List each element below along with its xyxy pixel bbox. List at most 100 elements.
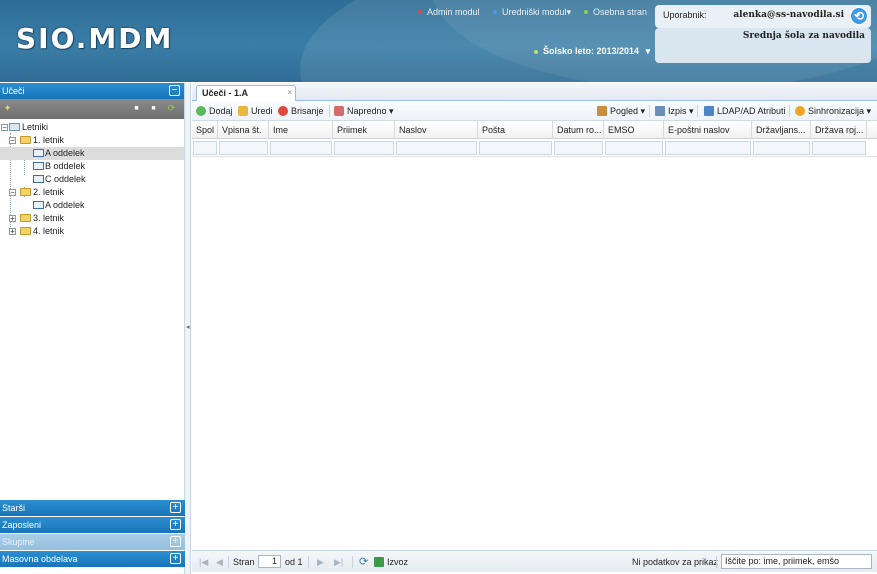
no-data-message: Ni podatkov za prikaz [632, 557, 719, 567]
expand-icon[interactable]: + [170, 553, 181, 564]
collapse-all-icon[interactable]: ■ [149, 104, 158, 113]
tree-node-class-1a[interactable]: A oddelek [0, 147, 184, 160]
wand-icon[interactable]: ✦ [3, 104, 12, 113]
tree-toolbar: ✦ ■ ■ ⟳ [0, 99, 184, 119]
section-parents[interactable]: Starši + [0, 500, 185, 516]
view-menu-button[interactable]: Pogled ▾ [597, 105, 645, 117]
column-header-first-name[interactable]: Ime [269, 121, 333, 139]
column-header-email[interactable]: E-poštni naslov [664, 121, 752, 139]
last-page-icon[interactable]: ▶| [334, 556, 343, 568]
collapse-toggle-icon[interactable]: − [9, 137, 16, 145]
pager-separator [228, 556, 229, 568]
collapse-toggle-icon[interactable]: − [1, 124, 8, 132]
printer-icon [655, 105, 665, 116]
sync-menu-button[interactable]: Sinhronizacija ▾ [795, 105, 871, 117]
next-page-icon[interactable]: ▶ [317, 556, 324, 568]
grid-filter-row [192, 139, 877, 157]
class-icon [33, 175, 44, 183]
filter-email-field[interactable] [665, 141, 751, 155]
tree-node-year-4[interactable]: + 4. letnik [0, 225, 184, 238]
pager-bar: |◀ ◀ Stran 1 od 1 ▶ ▶| ⟳ Izvoz Ni podatk… [192, 550, 877, 572]
page-number-input[interactable]: 1 [258, 555, 281, 568]
toolbar-separator [649, 105, 650, 117]
filter-enrollment-field[interactable] [219, 141, 268, 155]
network-icon [704, 105, 714, 116]
column-header-post[interactable]: Pošta [478, 121, 553, 139]
folder-icon [20, 214, 31, 222]
expand-toggle-icon[interactable]: + [9, 215, 16, 223]
school-year-selector[interactable]: Šolsko leto: 2013/2014 ▾ [534, 46, 650, 57]
column-header-last-name[interactable]: Priimek [333, 121, 395, 139]
column-header-birth-country[interactable]: Država roj... [811, 121, 867, 139]
filter-birth-date-field[interactable] [554, 141, 603, 155]
nav-editor-module[interactable]: Uredniški modul▾ [493, 7, 571, 18]
ldap-attributes-button[interactable]: LDAP/AD Atributi [704, 105, 786, 117]
tree-node-year-1[interactable]: − 1. letnik [0, 134, 184, 147]
toolbar-separator [329, 105, 330, 117]
add-icon [196, 105, 206, 116]
edit-button[interactable]: Uredi [238, 105, 273, 117]
filter-first-name-field[interactable] [270, 141, 332, 155]
grid-header: Spol Vpisna št. Ime Priimek Naslov Pošta… [192, 121, 877, 139]
calendar-icon [9, 123, 20, 131]
filter-last-name-field[interactable] [334, 141, 394, 155]
add-button[interactable]: Dodaj [196, 105, 233, 117]
expand-icon[interactable]: + [170, 502, 181, 513]
excel-icon [374, 556, 384, 567]
section-employees[interactable]: Zaposleni + [0, 517, 185, 533]
export-button[interactable]: Izvoz [374, 556, 408, 568]
search-input[interactable]: Iščite po: ime, priimek, emšo [721, 554, 872, 569]
column-header-gender[interactable]: Spol [192, 121, 218, 139]
column-header-address[interactable]: Naslov [395, 121, 478, 139]
column-header-citizenship[interactable]: Državljans... [752, 121, 811, 139]
green-dot-icon [534, 49, 538, 54]
filter-address-field[interactable] [396, 141, 477, 155]
previous-page-icon[interactable]: ◀ [216, 556, 223, 568]
page-count-label: od 1 [285, 557, 303, 567]
tree-node-class-1b[interactable]: B oddelek [0, 160, 184, 173]
filter-gender-field[interactable] [193, 141, 217, 155]
tree-node-year-3[interactable]: + 3. letnik [0, 212, 184, 225]
filter-citizenship-field[interactable] [753, 141, 810, 155]
advanced-menu-button[interactable]: Napredno ▾ [334, 105, 394, 117]
tree-node-class-1c[interactable]: C oddelek [0, 173, 184, 186]
refresh-icon[interactable]: ⟳ [359, 556, 368, 568]
collapse-icon[interactable]: − [169, 85, 180, 96]
tree-node-root[interactable]: − Letniki [0, 121, 184, 134]
collapse-toggle-icon[interactable]: − [9, 189, 16, 197]
tree-node-year-2[interactable]: − 2. letnik [0, 186, 184, 199]
column-header-birth-date[interactable]: Datum ro... [553, 121, 604, 139]
tab-students-1a[interactable]: Učeči - 1.A × [196, 85, 296, 101]
pager-separator [308, 556, 309, 568]
expand-all-icon[interactable]: ■ [132, 104, 141, 113]
tree-node-class-2a[interactable]: A oddelek [0, 199, 184, 212]
column-header-enrollment-no[interactable]: Vpisna št. [218, 121, 269, 139]
expand-icon[interactable]: + [170, 519, 181, 530]
sidebar: Učeči − ✦ ■ ■ ⟳ − Letniki − 1. letnik A … [0, 83, 185, 574]
caret-down-icon: ▾ [645, 46, 651, 56]
section-bulk-processing[interactable]: Masovna obdelava + [0, 551, 185, 567]
nav-admin-module[interactable]: Admin modul [418, 7, 480, 17]
filter-emso-field[interactable] [605, 141, 663, 155]
delete-button[interactable]: Brisanje [278, 105, 324, 117]
logout-icon[interactable]: ⟲ [850, 7, 868, 25]
collapse-arrow-icon[interactable]: ◂ [186, 323, 190, 331]
first-page-icon[interactable]: |◀ [199, 556, 208, 568]
sidebar-title-bar: Učeči − [0, 83, 184, 99]
school-name: Srednja šola za navodila [742, 31, 865, 41]
filter-birth-country-field[interactable] [812, 141, 866, 155]
expand-toggle-icon[interactable]: + [9, 228, 16, 236]
column-header-emso[interactable]: EMSO [604, 121, 664, 139]
panel-splitter[interactable]: ◂ [185, 83, 191, 574]
sidebar-title: Učeči [2, 86, 25, 96]
sync-icon [795, 105, 805, 116]
refresh-icon[interactable]: ⟳ [167, 104, 176, 113]
folder-open-icon [20, 136, 31, 144]
print-menu-button[interactable]: Izpis ▾ [655, 105, 694, 117]
class-icon [33, 149, 44, 157]
view-icon [597, 105, 607, 116]
filter-post-field[interactable] [479, 141, 552, 155]
close-tab-icon[interactable]: × [287, 86, 292, 100]
nav-personal-page[interactable]: Osebna stran [584, 7, 647, 17]
pager-separator [352, 556, 353, 568]
